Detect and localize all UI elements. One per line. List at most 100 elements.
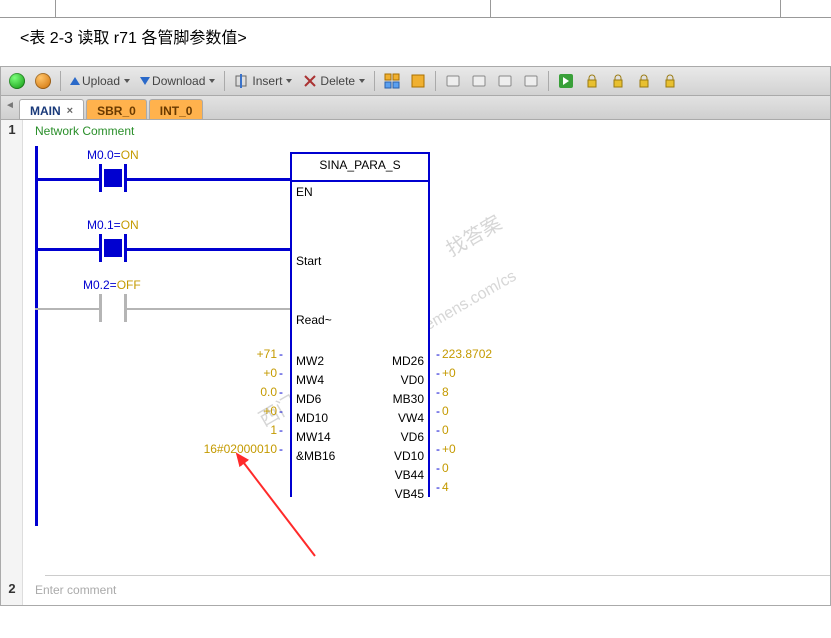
ladder-diagram: M0.0=ON M0.1=ON [35, 146, 830, 526]
tab-main[interactable]: MAIN × [19, 99, 84, 119]
block-title: SINA_PARA_S [292, 154, 428, 182]
tab-sbr0[interactable]: SBR_0 [86, 99, 147, 119]
param-value: -0 [434, 404, 449, 418]
lock-icon [610, 73, 626, 89]
network-divider [45, 575, 830, 576]
network-number: 2 [1, 581, 23, 596]
contact-m0-0[interactable] [99, 164, 127, 192]
lock-icon [662, 73, 678, 89]
download-icon [140, 77, 150, 85]
goto-button[interactable] [554, 70, 578, 92]
pin-right: VB44 [395, 468, 424, 482]
left-power-rail [35, 146, 38, 526]
nav-btn-3[interactable] [493, 70, 517, 92]
toolbar: Upload Download Insert Delete [1, 67, 830, 96]
toolbar-separator [374, 71, 375, 91]
delete-label: Delete [318, 74, 357, 88]
param-value: -+0 [434, 442, 456, 456]
ladder-editor[interactable]: 1 2 Network Comment 找答案 industry.siemens… [1, 120, 830, 605]
contact-m0-1[interactable] [99, 234, 127, 262]
param-value: +71- [185, 347, 285, 361]
lock-icon [584, 73, 600, 89]
tab-strip: ◄ MAIN × SBR_0 INT_0 [1, 96, 830, 120]
insert-label: Insert [250, 74, 284, 88]
param-value: -4 [434, 480, 449, 494]
param-value: 0.0- [185, 385, 285, 399]
toolbar-separator [548, 71, 549, 91]
insert-button[interactable]: Insert [230, 70, 296, 92]
pin-right: MB30 [393, 392, 424, 406]
chevron-down-icon [359, 79, 365, 83]
pin-left: MW4 [296, 373, 324, 387]
pin-right: VD6 [401, 430, 424, 444]
pou-icon-2[interactable] [406, 70, 430, 92]
network-comment-placeholder[interactable]: Enter comment [23, 579, 830, 597]
tab-int0[interactable]: INT_0 [149, 99, 204, 119]
doc-caption: <表 2-3 读取 r71 各管脚参数值> [0, 18, 831, 66]
network-number: 1 [1, 122, 23, 137]
chevron-down-icon [124, 79, 130, 83]
delete-icon [302, 73, 318, 89]
network-1: Network Comment 找答案 industry.siemens.com… [23, 120, 830, 605]
param-value: +0- [185, 404, 285, 418]
network-comment: Network Comment [23, 120, 830, 138]
bookmark-btn-1[interactable] [580, 70, 604, 92]
bookmark-btn-2[interactable] [606, 70, 630, 92]
nav-btn-4[interactable] [519, 70, 543, 92]
tab-label: INT_0 [160, 104, 193, 118]
stop-button[interactable] [31, 70, 55, 92]
tab-label: MAIN [30, 104, 61, 118]
network-2: Enter comment [23, 579, 830, 597]
pin-left: MD6 [296, 392, 321, 406]
folder-icon [497, 73, 513, 89]
param-value: -+0 [434, 366, 456, 380]
bookmark-btn-4[interactable] [658, 70, 682, 92]
toolbar-separator [435, 71, 436, 91]
run-button[interactable] [5, 70, 29, 92]
param-value: -0 [434, 423, 449, 437]
insert-icon [234, 73, 250, 89]
back-icon [445, 73, 461, 89]
nav-btn-2[interactable] [467, 70, 491, 92]
annotation-arrow [215, 446, 335, 566]
download-button[interactable]: Download [136, 70, 219, 92]
pin-read: Read~ [296, 313, 332, 327]
close-icon[interactable]: × [67, 105, 73, 117]
pin-left: MW2 [296, 354, 324, 368]
pin-left: MD10 [296, 411, 328, 425]
play-icon [9, 73, 25, 89]
gutter: 1 2 [1, 120, 23, 605]
param-value: -8 [434, 385, 449, 399]
param-value: 1- [185, 423, 285, 437]
chevron-down-icon [209, 79, 215, 83]
upload-label: Upload [80, 74, 122, 88]
download-label: Download [150, 74, 207, 88]
param-value: -0 [434, 461, 449, 475]
arrow-right-icon [558, 73, 574, 89]
pin-right: VD0 [401, 373, 424, 387]
pin-right: VW4 [398, 411, 424, 425]
pin-left: MW14 [296, 430, 331, 444]
folder-icon [523, 73, 539, 89]
upload-button[interactable]: Upload [66, 70, 134, 92]
pin-en: EN [296, 185, 313, 199]
pin-right: MD26 [392, 354, 424, 368]
delete-button[interactable]: Delete [298, 70, 369, 92]
pin-right: VB45 [395, 487, 424, 501]
doc-table-header [0, 0, 831, 18]
param-value: -223.8702 [434, 347, 492, 361]
pou-icon-1[interactable] [380, 70, 404, 92]
editor-window: Upload Download Insert Delete [0, 66, 831, 606]
tab-scroll-left[interactable]: ◄ [5, 100, 15, 116]
nav-back-button[interactable] [441, 70, 465, 92]
grid-icon [384, 73, 400, 89]
contact-label: M0.2=OFF [83, 278, 141, 292]
bookmark-btn-3[interactable] [632, 70, 656, 92]
tab-label: SBR_0 [97, 104, 136, 118]
upload-icon [70, 77, 80, 85]
toolbar-separator [224, 71, 225, 91]
contact-label: M0.1=ON [87, 218, 139, 232]
pin-start: Start [296, 254, 321, 268]
folder-icon [471, 73, 487, 89]
contact-m0-2[interactable] [99, 294, 127, 322]
